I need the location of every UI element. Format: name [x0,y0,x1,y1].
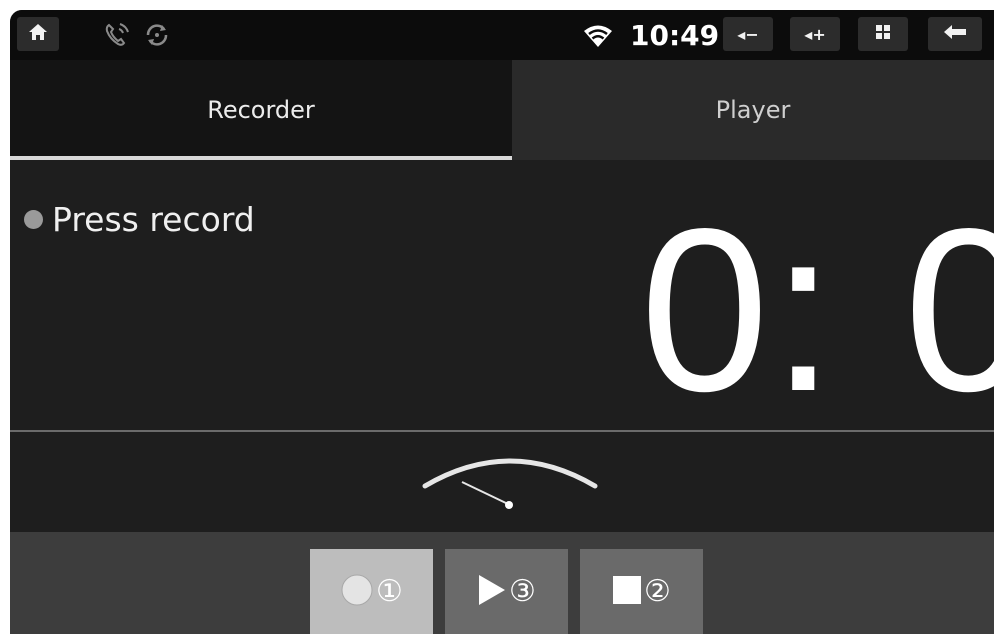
play-icon [477,574,507,610]
back-arrow-icon [943,24,967,44]
divider [10,430,994,432]
volume-up-icon: ◂+ [804,24,826,44]
tab-player[interactable]: Player [512,60,994,160]
volume-down-button[interactable]: ◂− [723,17,773,51]
sync-icon [140,18,174,52]
back-button[interactable] [928,17,982,51]
tab-player-label: Player [715,96,791,124]
stop-button-number: ② [644,574,671,609]
recording-status-text: Press record [52,200,255,239]
record-button-number: ① [376,574,403,609]
apps-grid-icon [875,24,891,44]
volume-up-button[interactable]: ◂+ [790,17,840,51]
selected-tab-indicator [10,156,512,160]
apps-button[interactable] [858,17,908,51]
vu-meter-gauge [410,442,610,522]
stop-button[interactable]: ② [580,549,703,634]
phone-call-icon [100,18,134,52]
stop-icon [612,575,642,609]
status-bar: 10:49 ◂− ◂+ [10,10,994,60]
device-frame: 10:49 ◂− ◂+ Recorder Player Press record… [0,0,994,634]
tab-bar: Recorder Player [10,60,994,160]
record-button[interactable]: ① [310,549,433,634]
elapsed-timer: 0: 0 [640,181,994,440]
play-button[interactable]: ③ [445,549,568,634]
tab-recorder[interactable]: Recorder [10,60,512,160]
recording-status-dot [24,210,43,229]
control-bar: ① ③ ② [10,532,994,634]
home-icon [28,23,48,45]
recorder-screen: 10:49 ◂− ◂+ Recorder Player Press record… [10,10,994,634]
home-button[interactable] [17,17,59,51]
tab-recorder-label: Recorder [207,96,315,124]
wifi-icon [578,18,618,52]
status-clock: 10:49 [630,19,720,52]
record-icon [340,573,374,611]
play-button-number: ③ [509,574,536,609]
volume-down-icon: ◂− [737,24,759,44]
